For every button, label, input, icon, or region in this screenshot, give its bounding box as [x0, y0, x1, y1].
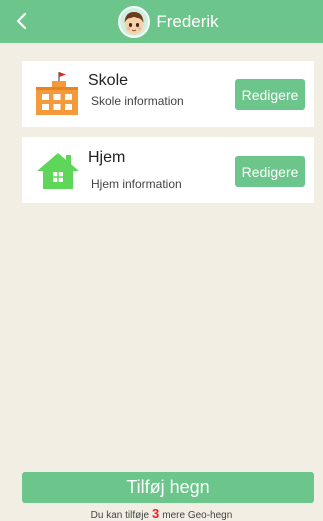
home-icon: [34, 146, 82, 194]
geofence-card-home: Hjem Hjem information Redigere: [22, 137, 314, 203]
school-icon: [34, 70, 82, 118]
header-user: Frederik: [0, 0, 323, 43]
geofence-card-school: Skole Skole information Redigere: [22, 61, 314, 127]
geofence-subtitle: Skole information: [91, 94, 184, 108]
geofence-title: Hjem: [88, 149, 126, 166]
add-geofence-button[interactable]: Tilføj hegn: [22, 472, 314, 503]
top-bar: Frederik: [0, 0, 323, 43]
remaining-suffix: mere Geo-hegn: [162, 510, 233, 521]
back-button[interactable]: [10, 9, 34, 33]
geofence-title: Skole: [88, 72, 129, 89]
edit-home-button[interactable]: Redigere: [235, 156, 305, 187]
child-avatar-icon: [118, 5, 151, 38]
geofence-subtitle: Hjem information: [91, 177, 182, 191]
edit-school-button[interactable]: Redigere: [235, 79, 305, 110]
page-title: Frederik: [156, 11, 219, 31]
remaining-prefix: Du kan tilføje: [90, 510, 150, 521]
chevron-left-icon: [16, 12, 27, 30]
